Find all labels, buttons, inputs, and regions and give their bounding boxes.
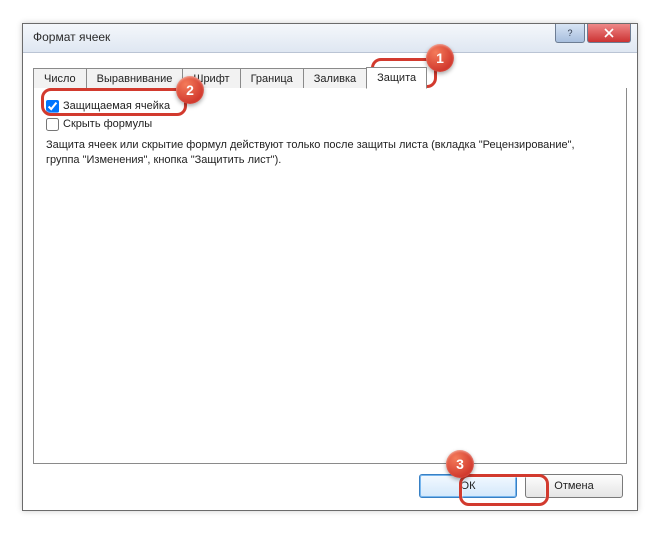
tab-fill[interactable]: Заливка (303, 68, 367, 89)
tab-protection[interactable]: Защита (366, 67, 427, 89)
tabstrip: Число Выравнивание Шрифт Граница Заливка… (33, 66, 627, 89)
help-button[interactable]: ? (555, 24, 585, 43)
hide-formulas-row: Скрыть формулы (46, 116, 614, 132)
ok-button[interactable]: ОК (419, 474, 517, 498)
cancel-button[interactable]: Отмена (525, 474, 623, 498)
dialog-buttons: ОК Отмена (419, 474, 623, 498)
hide-formulas-checkbox[interactable] (46, 118, 59, 131)
format-cells-dialog: Формат ячеек ? Число Выравнивание Шрифт … (22, 23, 638, 511)
tab-content: Защищаемая ячейка Скрыть формулы Защита … (33, 88, 627, 464)
tab-number[interactable]: Число (33, 68, 87, 89)
question-icon: ? (567, 28, 572, 38)
protected-cell-row: Защищаемая ячейка (46, 98, 614, 114)
protected-cell-checkbox[interactable] (46, 100, 59, 113)
protected-cell-label[interactable]: Защищаемая ячейка (63, 100, 170, 112)
hide-formulas-label[interactable]: Скрыть формулы (63, 118, 152, 130)
protection-description: Защита ячеек или скрытие формул действую… (46, 138, 606, 168)
close-button[interactable] (587, 24, 631, 43)
close-icon (604, 28, 614, 38)
tab-alignment[interactable]: Выравнивание (86, 68, 184, 89)
tab-font[interactable]: Шрифт (182, 68, 240, 89)
tab-border[interactable]: Граница (240, 68, 304, 89)
window-title: Формат ячеек (33, 30, 110, 44)
titlebar: Формат ячеек ? (23, 24, 637, 53)
window-buttons: ? (555, 24, 631, 43)
